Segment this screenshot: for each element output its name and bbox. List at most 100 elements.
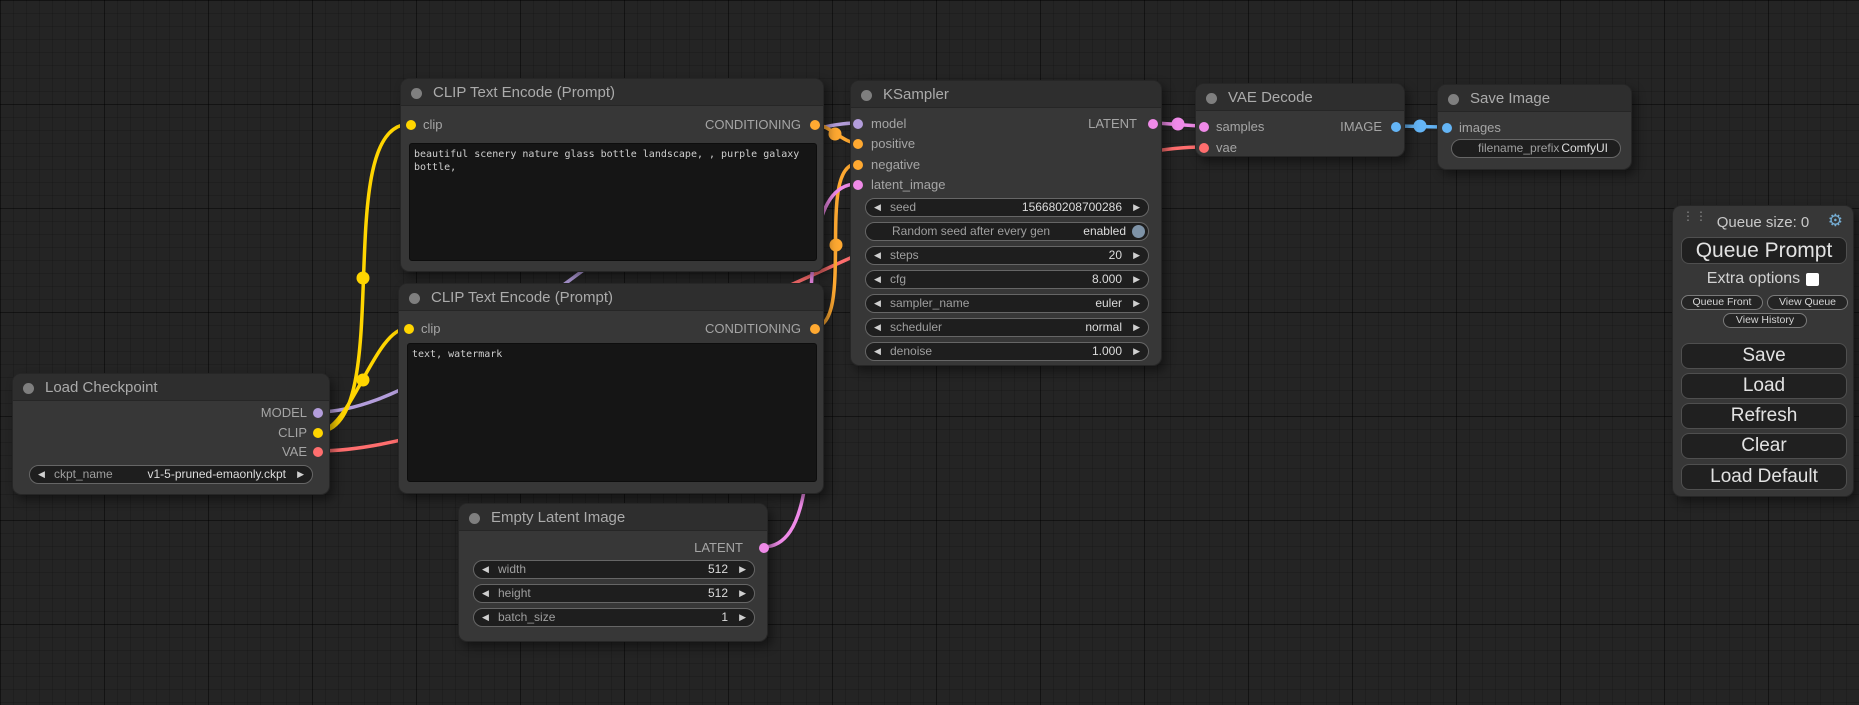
- scheduler-widget[interactable]: ◀ scheduler normal ▶: [865, 318, 1149, 337]
- increment-arrow-icon[interactable]: ▶: [1133, 247, 1140, 264]
- view-history-button[interactable]: View History: [1723, 313, 1807, 328]
- node-clip-text-encode-negative[interactable]: CLIP Text Encode (Prompt) clip CONDITION…: [398, 283, 824, 494]
- increment-arrow-icon[interactable]: ▶: [1133, 199, 1140, 216]
- decrement-arrow-icon[interactable]: ◀: [482, 609, 489, 626]
- prompt-textarea[interactable]: text, watermark: [407, 343, 817, 482]
- save-button[interactable]: Save: [1681, 343, 1847, 369]
- increment-arrow-icon[interactable]: ▶: [1133, 271, 1140, 288]
- node-save-image[interactable]: Save Image images filename_prefix ComfyU…: [1437, 84, 1632, 170]
- node-empty-latent-image[interactable]: Empty Latent Image LATENT ◀ width 512 ▶ …: [458, 503, 768, 642]
- widget-label: scheduler: [890, 319, 942, 336]
- collapse-dot-icon[interactable]: [411, 88, 422, 99]
- decrement-arrow-icon[interactable]: ◀: [874, 271, 881, 288]
- decrement-arrow-icon[interactable]: ◀: [874, 343, 881, 360]
- queue-prompt-button[interactable]: Queue Prompt: [1681, 237, 1847, 264]
- toggle-value: enabled: [1083, 223, 1126, 240]
- output-slot-latent[interactable]: [759, 543, 769, 553]
- extra-options-checkbox[interactable]: [1806, 273, 1819, 286]
- input-label-positive: positive: [871, 136, 915, 151]
- input-slot-clip[interactable]: [406, 120, 416, 130]
- link-midpoint-dot[interactable]: [1172, 118, 1185, 131]
- output-slot-conditioning[interactable]: [810, 120, 820, 130]
- output-slot-model[interactable]: [313, 408, 323, 418]
- increment-arrow-icon[interactable]: ▶: [739, 609, 746, 626]
- link-midpoint-dot[interactable]: [357, 272, 370, 285]
- steps-widget[interactable]: ◀ steps 20 ▶: [865, 246, 1149, 265]
- seed-widget[interactable]: ◀ seed 156680208700286 ▶: [865, 198, 1149, 217]
- collapse-dot-icon[interactable]: [1206, 93, 1217, 104]
- input-label-vae: vae: [1216, 140, 1237, 155]
- output-slot-latent[interactable]: [1148, 119, 1158, 129]
- collapse-dot-icon[interactable]: [861, 90, 872, 101]
- link-midpoint-dot[interactable]: [357, 374, 370, 387]
- view-queue-button[interactable]: View Queue: [1767, 295, 1848, 310]
- decrement-arrow-icon[interactable]: ◀: [874, 247, 881, 264]
- clear-button[interactable]: Clear: [1681, 433, 1847, 459]
- output-slot-clip[interactable]: [313, 428, 323, 438]
- load-button[interactable]: Load: [1681, 373, 1847, 399]
- node-titlebar[interactable]: Save Image: [1438, 85, 1631, 112]
- increment-arrow-icon[interactable]: ▶: [1133, 343, 1140, 360]
- input-slot-latent-image[interactable]: [853, 180, 863, 190]
- node-title-text: Save Image: [1470, 90, 1550, 107]
- decrement-arrow-icon[interactable]: ◀: [38, 466, 45, 483]
- ckpt-name-widget[interactable]: ◀ ckpt_name v1-5-pruned-emaonly.ckpt ▶: [29, 465, 313, 484]
- node-titlebar[interactable]: KSampler: [851, 81, 1161, 108]
- refresh-button[interactable]: Refresh: [1681, 403, 1847, 429]
- input-slot-images[interactable]: [1442, 123, 1452, 133]
- comfyui-canvas[interactable]: { "colors": { "model": "#b39ddb", "clip"…: [0, 0, 1859, 705]
- decrement-arrow-icon[interactable]: ◀: [874, 199, 881, 216]
- collapse-dot-icon[interactable]: [1448, 94, 1459, 105]
- decrement-arrow-icon[interactable]: ◀: [482, 561, 489, 578]
- collapse-dot-icon[interactable]: [409, 293, 420, 304]
- node-titlebar[interactable]: Empty Latent Image: [459, 504, 767, 531]
- node-titlebar[interactable]: Load Checkpoint: [13, 374, 329, 401]
- prompt-textarea[interactable]: beautiful scenery nature glass bottle la…: [409, 143, 817, 261]
- node-titlebar[interactable]: VAE Decode: [1196, 84, 1404, 111]
- collapse-dot-icon[interactable]: [469, 513, 480, 524]
- decrement-arrow-icon[interactable]: ◀: [874, 295, 881, 312]
- output-label-conditioning: CONDITIONING: [705, 321, 801, 336]
- output-slot-image[interactable]: [1391, 122, 1401, 132]
- node-clip-text-encode-positive[interactable]: CLIP Text Encode (Prompt) clip CONDITION…: [400, 78, 824, 272]
- node-titlebar[interactable]: CLIP Text Encode (Prompt): [399, 284, 823, 311]
- height-widget[interactable]: ◀ height 512 ▶: [473, 584, 755, 603]
- node-ksampler[interactable]: KSampler model positive negative latent_…: [850, 80, 1162, 366]
- input-slot-negative[interactable]: [853, 160, 863, 170]
- load-default-button[interactable]: Load Default: [1681, 464, 1847, 490]
- batch-size-widget[interactable]: ◀ batch_size 1 ▶: [473, 608, 755, 627]
- output-slot-conditioning[interactable]: [810, 324, 820, 334]
- collapse-dot-icon[interactable]: [23, 383, 34, 394]
- denoise-widget[interactable]: ◀ denoise 1.000 ▶: [865, 342, 1149, 361]
- output-slot-vae[interactable]: [313, 447, 323, 457]
- random-seed-toggle[interactable]: Random seed after every gen enabled: [865, 222, 1149, 241]
- widget-label: width: [498, 561, 526, 578]
- node-vae-decode[interactable]: VAE Decode samples IMAGE vae: [1195, 83, 1405, 157]
- input-slot-clip[interactable]: [404, 324, 414, 334]
- input-slot-positive[interactable]: [853, 139, 863, 149]
- decrement-arrow-icon[interactable]: ◀: [482, 585, 489, 602]
- decrement-arrow-icon[interactable]: ◀: [874, 319, 881, 336]
- link-midpoint-dot[interactable]: [830, 239, 843, 252]
- link-midpoint-dot[interactable]: [829, 128, 842, 141]
- increment-arrow-icon[interactable]: ▶: [1133, 319, 1140, 336]
- sampler-name-widget[interactable]: ◀ sampler_name euler ▶: [865, 294, 1149, 313]
- input-slot-vae[interactable]: [1199, 143, 1209, 153]
- queue-front-button[interactable]: Queue Front: [1681, 295, 1763, 310]
- increment-arrow-icon[interactable]: ▶: [1133, 295, 1140, 312]
- widget-value: ComfyUI: [1561, 140, 1608, 157]
- toggle-knob-icon[interactable]: [1132, 225, 1145, 238]
- node-load-checkpoint[interactable]: Load Checkpoint MODEL CLIP VAE ◀ ckpt_na…: [12, 373, 330, 495]
- gear-icon[interactable]: ⚙: [1828, 211, 1843, 231]
- filename-prefix-widget[interactable]: filename_prefix ComfyUI: [1451, 139, 1621, 158]
- input-slot-model[interactable]: [853, 119, 863, 129]
- cfg-widget[interactable]: ◀ cfg 8.000 ▶: [865, 270, 1149, 289]
- increment-arrow-icon[interactable]: ▶: [297, 466, 304, 483]
- width-widget[interactable]: ◀ width 512 ▶: [473, 560, 755, 579]
- increment-arrow-icon[interactable]: ▶: [739, 561, 746, 578]
- node-title-text: CLIP Text Encode (Prompt): [431, 289, 613, 306]
- link-midpoint-dot[interactable]: [1414, 120, 1427, 133]
- input-slot-samples[interactable]: [1199, 122, 1209, 132]
- node-titlebar[interactable]: CLIP Text Encode (Prompt): [401, 79, 823, 106]
- increment-arrow-icon[interactable]: ▶: [739, 585, 746, 602]
